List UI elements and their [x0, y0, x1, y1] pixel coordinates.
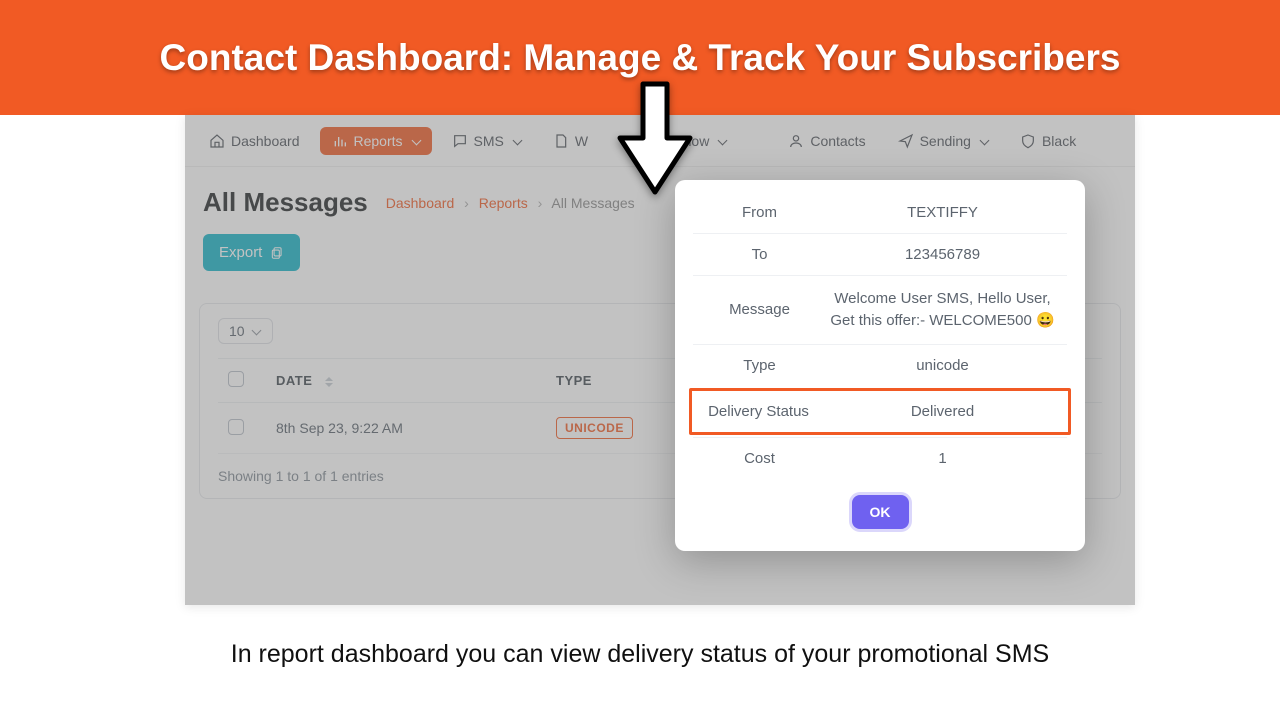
breadcrumb: Dashboard › Reports › All Messages [386, 195, 635, 211]
copy-icon [270, 246, 284, 260]
export-button-label: Export [219, 244, 262, 261]
nav-sending[interactable]: Sending [886, 127, 1000, 155]
chevron-down-icon [253, 327, 262, 336]
modal-row-cost: Cost 1 [693, 437, 1067, 479]
nav-flow-a-label: W [575, 133, 588, 149]
nav-black[interactable]: Black [1008, 127, 1088, 155]
chevron-right-icon: › [538, 195, 543, 211]
from-label: From [697, 204, 822, 221]
delivery-status-label: Delivery Status [696, 403, 821, 420]
chevron-right-icon: › [464, 195, 469, 211]
modal-row-type: Type unicode [693, 344, 1067, 386]
document-icon [553, 133, 569, 149]
down-arrow-icon [610, 80, 700, 200]
chevron-down-icon [715, 133, 726, 149]
crumb-dashboard[interactable]: Dashboard [386, 195, 455, 211]
caption-text: In report dashboard you can view deliver… [0, 640, 1280, 669]
chevron-down-icon [409, 133, 420, 149]
page-size-select[interactable]: 10 [218, 318, 273, 344]
col-type[interactable]: TYPE [556, 373, 592, 388]
export-button[interactable]: Export [203, 234, 300, 271]
chevron-down-icon [977, 133, 988, 149]
nav-contacts[interactable]: Contacts [776, 127, 877, 155]
row-checkbox[interactable] [228, 419, 244, 435]
home-icon [209, 133, 225, 149]
user-icon [788, 133, 804, 149]
nav-reports-label: Reports [354, 133, 403, 149]
nav-reports[interactable]: Reports [320, 127, 432, 155]
nav-sms[interactable]: SMS [440, 127, 533, 155]
message-detail-modal: From TEXTIFFY To 123456789 Message Welco… [675, 180, 1085, 551]
delivery-status-value: Delivered [821, 403, 1064, 420]
select-all-checkbox[interactable] [228, 371, 244, 387]
cost-value: 1 [822, 450, 1063, 467]
modal-row-from: From TEXTIFFY [693, 192, 1067, 233]
cost-label: Cost [697, 450, 822, 467]
row-date: 8th Sep 23, 9:22 AM [266, 403, 546, 454]
type-value: unicode [822, 357, 1063, 374]
nav-dashboard-label: Dashboard [231, 133, 300, 149]
page-title: All Messages [203, 187, 368, 218]
modal-row-message: Message Welcome User SMS, Hello User, Ge… [693, 275, 1067, 344]
message-value: Welcome User SMS, Hello User, Get this o… [822, 288, 1063, 332]
nav-dashboard[interactable]: Dashboard [197, 127, 312, 155]
sort-icon[interactable] [325, 377, 333, 387]
ok-button[interactable]: OK [852, 495, 909, 529]
col-date[interactable]: DATE [276, 373, 312, 388]
from-value: TEXTIFFY [822, 204, 1063, 221]
bar-chart-icon [332, 133, 348, 149]
to-value: 123456789 [822, 246, 1063, 263]
banner-title: Contact Dashboard: Manage & Track Your S… [160, 37, 1121, 79]
nav-black-label: Black [1042, 133, 1076, 149]
message-label: Message [697, 301, 822, 318]
nav-sms-label: SMS [474, 133, 504, 149]
to-label: To [697, 246, 822, 263]
nav-sending-label: Sending [920, 133, 971, 149]
shield-icon [1020, 133, 1036, 149]
nav-flow-a[interactable]: W [541, 127, 600, 155]
chevron-down-icon [510, 133, 521, 149]
type-label: Type [697, 357, 822, 374]
chat-icon [452, 133, 468, 149]
crumb-reports[interactable]: Reports [479, 195, 528, 211]
type-badge: UNICODE [556, 417, 633, 439]
nav-contacts-label: Contacts [810, 133, 865, 149]
modal-row-delivery-status: Delivery Status Delivered [689, 388, 1071, 435]
modal-row-to: To 123456789 [693, 233, 1067, 275]
page-size-value: 10 [229, 323, 245, 339]
send-icon [898, 133, 914, 149]
